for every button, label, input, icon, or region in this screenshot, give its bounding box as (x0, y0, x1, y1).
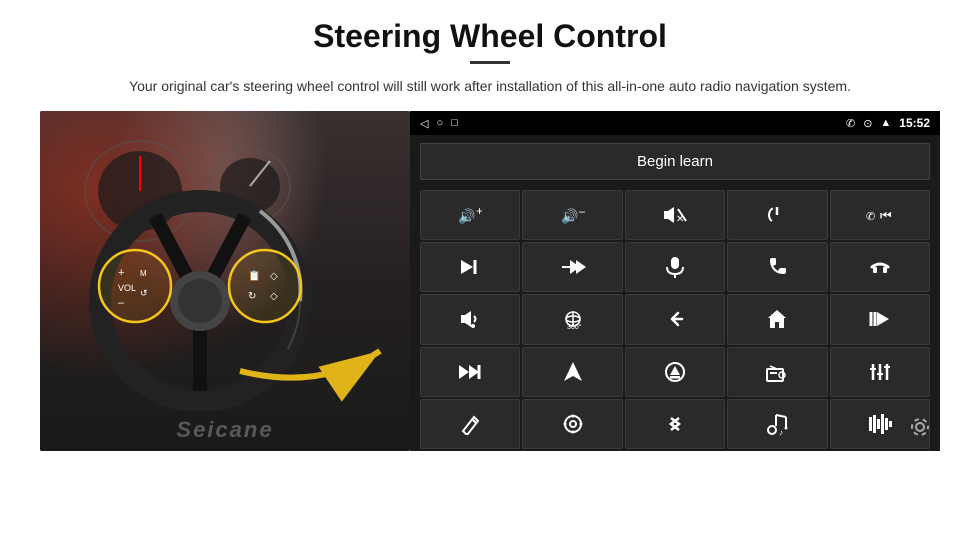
svg-text:↻: ↻ (248, 291, 256, 302)
eject-button[interactable] (625, 347, 725, 397)
nav-button[interactable] (522, 347, 622, 397)
svg-text:✕: ✕ (676, 214, 684, 225)
svg-text:M: M (140, 269, 147, 278)
svg-text:📋: 📋 (248, 269, 260, 282)
bluetooth-button[interactable] (625, 399, 725, 449)
edit-button[interactable] (420, 399, 520, 449)
fast-fwd-button[interactable] (522, 242, 622, 292)
status-time: 15:52 (899, 116, 930, 130)
mute-button[interactable]: ✕ (625, 190, 725, 240)
subtitle: Your original car's steering wheel contr… (129, 76, 851, 97)
page-wrapper: Steering Wheel Control Your original car… (0, 0, 980, 548)
phone-status-icon: ✆ (846, 117, 855, 130)
status-bar-right: ✆ ⊙ ▲ 15:52 (846, 116, 930, 130)
radio-button[interactable] (727, 347, 827, 397)
svg-text:♪: ♪ (779, 428, 783, 435)
svg-text:VOL: VOL (118, 283, 136, 293)
vol-down-button[interactable]: 🔊– (522, 190, 622, 240)
svg-text:🔊: 🔊 (458, 207, 475, 225)
svg-text:🔊: 🔊 (561, 207, 578, 225)
call-button[interactable] (727, 242, 827, 292)
begin-learn-row: Begin learn (410, 135, 940, 188)
location-status-icon: ⊙ (863, 117, 872, 130)
phone-prev-button[interactable]: ✆ ⏮ (830, 190, 930, 240)
svg-text:–: – (579, 205, 585, 218)
settings2-button[interactable] (522, 399, 622, 449)
recents-icon: □ (451, 117, 458, 129)
speaker-button[interactable] (420, 294, 520, 344)
steering-wheel-svg: + VOL – M ↺ 📋 ◇ ↻ ◇ (40, 131, 410, 411)
next-track-button[interactable] (420, 242, 520, 292)
status-bar-left: ◁ ○ □ (420, 117, 458, 130)
prev-track-button[interactable] (830, 294, 930, 344)
svg-text:⏮: ⏮ (880, 208, 892, 223)
hangup-button[interactable] (830, 242, 930, 292)
android-panel: ◁ ○ □ ✆ ⊙ ▲ 15:52 Begin learn 🔊 (410, 111, 940, 451)
skip-fwd-button[interactable] (420, 347, 520, 397)
svg-text:+: + (476, 205, 482, 218)
equalizer-button[interactable] (830, 347, 930, 397)
music-button[interactable]: ♪ (727, 399, 827, 449)
svg-text:360°: 360° (567, 323, 582, 330)
mic-button[interactable] (625, 242, 725, 292)
back-icon: ◁ (420, 117, 428, 130)
content-row: + VOL – M ↺ 📋 ◇ ↻ ◇ (40, 111, 940, 451)
page-title: Steering Wheel Control (313, 18, 667, 55)
steering-wheel-photo: + VOL – M ↺ 📋 ◇ ↻ ◇ (40, 111, 410, 451)
status-bar: ◁ ○ □ ✆ ⊙ ▲ 15:52 (410, 111, 940, 135)
svg-text:◇: ◇ (270, 291, 278, 302)
begin-learn-button[interactable]: Begin learn (420, 143, 930, 180)
svg-text:+: + (118, 267, 124, 279)
svg-text:✆: ✆ (866, 211, 875, 223)
gear-settings-icon[interactable] (908, 415, 932, 445)
title-divider (470, 61, 510, 64)
svg-text:–: – (118, 297, 125, 309)
control-grid: 🔊+ 🔊– ✕ (410, 188, 940, 451)
power-button[interactable] (727, 190, 827, 240)
svg-text:◇: ◇ (270, 271, 278, 282)
home-nav-icon: ○ (436, 117, 443, 129)
360-button[interactable]: 360° (522, 294, 622, 344)
seicane-watermark: Seicane (176, 417, 273, 443)
home-button[interactable] (727, 294, 827, 344)
vol-up-button[interactable]: 🔊+ (420, 190, 520, 240)
wifi-status-icon: ▲ (880, 117, 891, 129)
svg-text:↺: ↺ (140, 288, 148, 298)
back-button[interactable] (625, 294, 725, 344)
